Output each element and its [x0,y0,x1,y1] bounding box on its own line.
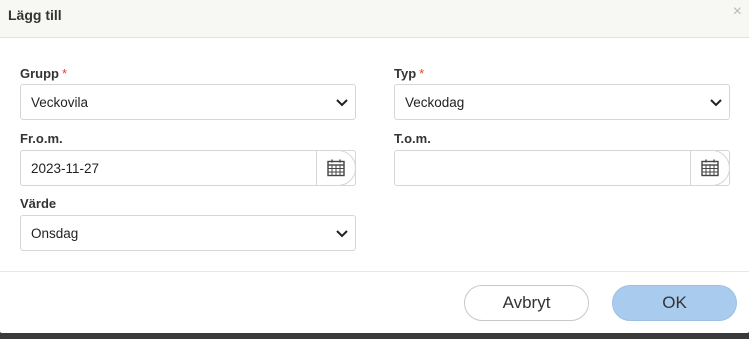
typ-label: Typ * [394,66,424,81]
from-date-field[interactable]: 2023-11-27 [20,150,356,186]
typ-label-text: Typ [394,66,417,81]
tom-date-field[interactable] [394,150,730,186]
tom-calendar-button[interactable] [690,150,730,186]
required-mark: * [62,66,68,81]
close-icon[interactable]: × [733,4,742,20]
typ-value: Veckodag [405,95,465,110]
from-label: Fr.o.m. [20,131,63,146]
grupp-select[interactable]: Veckovila [20,84,356,120]
dialog-title: Lägg till [8,7,62,23]
add-dialog: Lägg till × Grupp * Veckovila Typ * Veckod… [0,0,749,333]
tom-label: T.o.m. [394,131,431,146]
varde-value: Onsdag [31,226,79,241]
calendar-icon [701,159,719,177]
grupp-label: Grupp * [20,66,67,81]
chevron-down-icon [710,99,722,107]
required-mark: * [419,66,425,81]
varde-select[interactable]: Onsdag [20,215,356,251]
grupp-label-text: Grupp [20,66,59,81]
footer-divider [0,271,749,272]
from-date-value: 2023-11-27 [31,161,100,176]
chevron-down-icon [336,99,348,107]
dialog-header: Lägg till × [0,0,749,38]
typ-select[interactable]: Veckodag [394,84,730,120]
from-calendar-button[interactable] [316,150,356,186]
grupp-value: Veckovila [31,95,89,110]
cancel-button[interactable]: Avbryt [464,285,589,321]
ok-button[interactable]: OK [612,285,737,321]
calendar-icon [327,159,345,177]
varde-label: Värde [20,196,57,211]
chevron-down-icon [336,230,348,238]
